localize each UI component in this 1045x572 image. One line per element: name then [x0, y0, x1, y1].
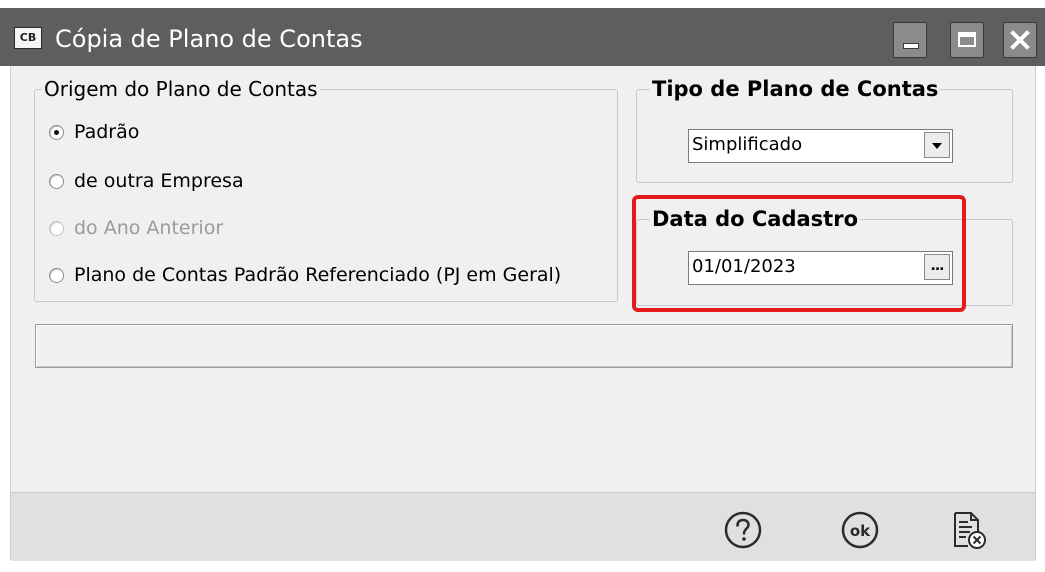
title-bar[interactable]: CB Cópia de Plano de Contas — [0, 8, 1045, 66]
tipo-group: Tipo de Plano de Contas Simplificado — [636, 75, 1013, 183]
cancel-button[interactable] — [948, 510, 988, 550]
window-title: Cópia de Plano de Contas — [55, 25, 363, 53]
radio-ano-anterior: do Ano Anterior — [49, 214, 223, 242]
svg-text:ok: ok — [850, 522, 871, 540]
radio-outra-empresa-indicator[interactable] — [49, 173, 64, 189]
tipo-dropdown-button[interactable] — [924, 132, 950, 158]
minimize-button[interactable] — [893, 22, 927, 58]
tipo-legend: Tipo de Plano de Contas — [650, 75, 941, 103]
close-icon — [1010, 30, 1030, 50]
app-icon: CB — [14, 27, 42, 49]
help-button[interactable] — [723, 510, 763, 550]
radio-padrao-label: Padrão — [74, 121, 140, 143]
progress-bar — [35, 324, 1013, 368]
radio-ano-anterior-label: do Ano Anterior — [74, 217, 224, 239]
radio-padrao-indicator[interactable] — [49, 124, 64, 140]
document-cancel-icon — [954, 512, 986, 549]
radio-outra-empresa-label: de outra Empresa — [74, 170, 244, 192]
origem-legend: Origem do Plano de Contas — [42, 75, 320, 103]
radio-padrao[interactable]: Padrão — [49, 118, 139, 146]
maximize-icon — [958, 32, 976, 47]
action-bar — [11, 492, 1035, 561]
ok-circle-icon: ok — [841, 511, 879, 549]
tipo-select-value: Simplificado — [692, 134, 803, 155]
radio-plano-referenciado-label: Plano de Contas Padrão Referenciado (PJ … — [74, 264, 562, 286]
chevron-down-icon — [932, 143, 942, 149]
radio-plano-referenciado-indicator[interactable] — [49, 267, 64, 283]
radio-outra-empresa[interactable]: de outra Empresa — [49, 167, 244, 195]
dialog-body: Origem do Plano de Contas Padrão de outr… — [10, 66, 1036, 561]
radio-plano-referenciado[interactable]: Plano de Contas Padrão Referenciado (PJ … — [49, 261, 561, 289]
minimize-icon — [903, 43, 919, 49]
maximize-button[interactable] — [950, 22, 984, 58]
tipo-select[interactable]: Simplificado — [688, 129, 953, 163]
highlight-box — [632, 195, 966, 312]
ok-button[interactable]: ok — [840, 510, 880, 550]
radio-ano-anterior-indicator — [49, 220, 64, 236]
close-button[interactable] — [1003, 22, 1037, 58]
question-circle-icon — [724, 511, 762, 549]
origem-group: Origem do Plano de Contas Padrão de outr… — [34, 75, 618, 302]
copy-chart-of-accounts-window: CB Cópia de Plano de Contas Origem do Pl… — [0, 0, 1045, 572]
